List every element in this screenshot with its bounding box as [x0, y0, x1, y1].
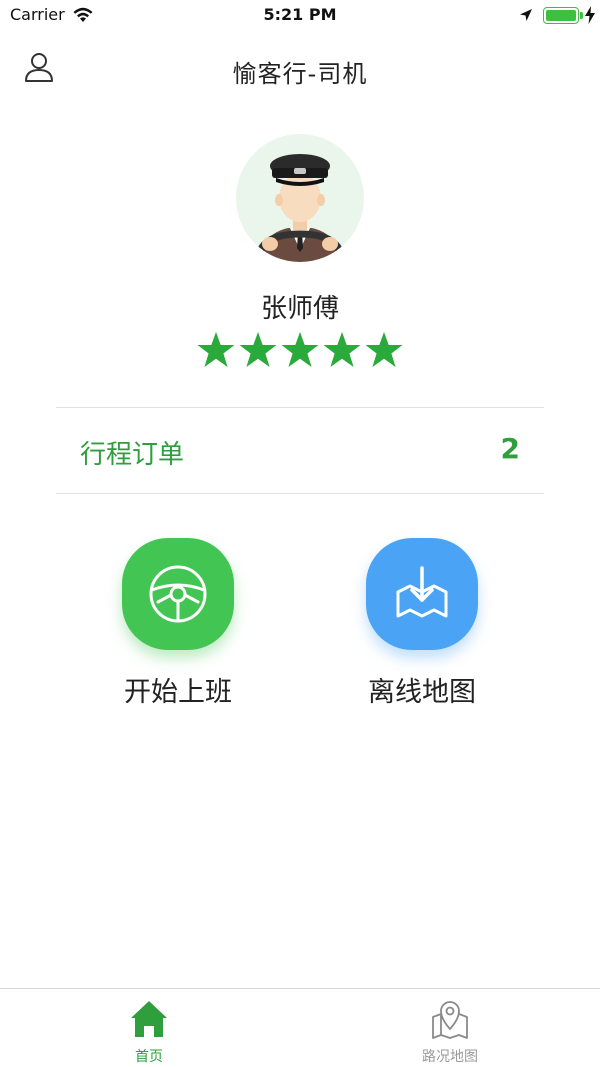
- status-time: 5:21 PM: [263, 5, 337, 24]
- start-work-icon-tile: [122, 538, 234, 650]
- offline-map-button[interactable]: 离线地图: [357, 538, 487, 709]
- status-bar: Carrier 5:21 PM: [0, 0, 600, 32]
- battery-icon: [543, 7, 579, 24]
- driver-name: 张师傅: [260, 294, 339, 324]
- location-arrow-icon: [520, 9, 532, 21]
- tab-home-label: 首页: [135, 1049, 163, 1065]
- star-icon: [281, 332, 319, 367]
- divider: [56, 407, 544, 408]
- nav-bar: 愉客行-司机: [0, 32, 600, 104]
- trip-orders-row[interactable]: 行程订单 2: [56, 410, 544, 492]
- page-title: 愉客行-司机: [232, 60, 368, 88]
- map-download-icon: [396, 566, 448, 618]
- trip-orders-label: 行程订单: [80, 440, 185, 470]
- start-work-button[interactable]: 开始上班: [113, 538, 243, 709]
- divider: [56, 493, 544, 494]
- offline-map-icon-tile: [366, 538, 478, 650]
- battery-tip: [580, 12, 583, 19]
- star-icon: [239, 332, 277, 367]
- star-icon: [323, 332, 361, 367]
- steering-wheel-icon: [149, 565, 207, 623]
- map-pin-icon: [432, 1001, 468, 1039]
- rating-stars: [0, 330, 600, 374]
- start-work-label: 开始上班: [124, 677, 232, 708]
- tab-traffic-map-label: 路况地图: [422, 1049, 478, 1065]
- offline-map-label: 离线地图: [368, 677, 476, 708]
- tab-home[interactable]: 首页: [69, 989, 229, 1067]
- star-icon: [197, 332, 235, 367]
- driver-avatar: [236, 134, 364, 262]
- star-icon: [365, 332, 403, 367]
- tab-traffic-map[interactable]: 路况地图: [370, 989, 530, 1067]
- charging-icon: [585, 6, 595, 24]
- tab-bar: 首页 路况地图: [0, 988, 600, 1067]
- trip-orders-count: 2: [500, 432, 520, 465]
- home-icon: [131, 1001, 167, 1037]
